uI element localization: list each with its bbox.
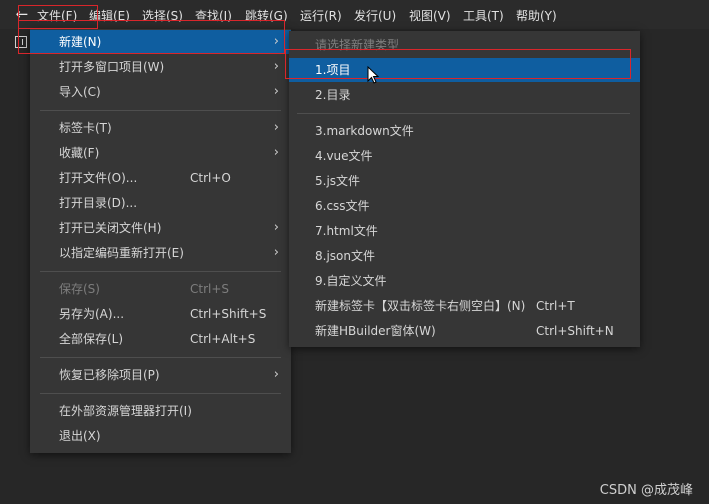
- new-item-css[interactable]: 6.css文件: [289, 194, 640, 218]
- file-menu-item-open-closed-file[interactable]: 打开已关闭文件(H) ›: [30, 216, 291, 240]
- file-menu: 新建(N) › 打开多窗口项目(W) › 导入(C) › 标签卡(T) › 收藏…: [30, 29, 291, 453]
- menu-item-label: 新建HBuilder窗体(W): [315, 324, 436, 338]
- new-item-vue[interactable]: 4.vue文件: [289, 144, 640, 168]
- menu-item-label: 1.项目: [315, 63, 351, 77]
- menu-help[interactable]: 帮助(Y): [516, 7, 557, 24]
- menu-item-label: 打开文件(O)...: [59, 171, 138, 185]
- file-menu-item-save[interactable]: 保存(S) Ctrl+S: [30, 277, 291, 301]
- menu-item-label: 6.css文件: [315, 199, 370, 213]
- menu-item-label: 新建标签卡【双击标签卡右侧空白】(N): [315, 299, 526, 313]
- menu-separator: [297, 113, 630, 114]
- new-item-json[interactable]: 8.json文件: [289, 244, 640, 268]
- watermark: CSDN @成茂峰: [599, 483, 693, 498]
- menu-item-shortcut: Ctrl+O: [190, 171, 231, 185]
- chevron-right-icon: ›: [273, 120, 279, 135]
- menu-item-label: 打开目录(D)...: [59, 196, 138, 210]
- menu-item-shortcut: Ctrl+Shift+S: [190, 307, 267, 321]
- menu-item-label: 7.html文件: [315, 224, 378, 238]
- file-menu-item-exit[interactable]: 退出(X): [30, 424, 291, 448]
- file-menu-item-open-file[interactable]: 打开文件(O)... Ctrl+O: [30, 166, 291, 190]
- submenu-header: 请选择新建类型: [289, 33, 640, 57]
- chevron-right-icon: ›: [273, 34, 279, 49]
- menu-item-label: 在外部资源管理器打开(I): [59, 404, 192, 418]
- file-menu-item-open-multi-window[interactable]: 打开多窗口项目(W) ›: [30, 55, 291, 79]
- menu-item-label: 以指定编码重新打开(E): [59, 246, 184, 260]
- submenu-header-label: 请选择新建类型: [315, 38, 400, 52]
- menu-item-shortcut: Ctrl+S: [190, 282, 230, 296]
- menu-item-label: 导入(C): [59, 85, 101, 99]
- new-item-custom-file[interactable]: 9.自定义文件: [289, 269, 640, 293]
- menu-item-shortcut: Ctrl+Shift+N: [536, 324, 614, 338]
- file-menu-item-reopen-with-encoding[interactable]: 以指定编码重新打开(E) ›: [30, 241, 291, 265]
- menu-separator: [40, 110, 281, 111]
- chevron-right-icon: ›: [273, 59, 279, 74]
- menu-goto[interactable]: 跳转(G): [245, 7, 288, 24]
- menu-item-label: 打开已关闭文件(H): [59, 221, 162, 235]
- back-arrow-icon[interactable]: ←: [10, 6, 34, 22]
- editor-tab-icon[interactable]: [15, 36, 27, 48]
- chevron-right-icon: ›: [273, 145, 279, 160]
- menu-view[interactable]: 视图(V): [409, 7, 451, 24]
- menu-separator: [40, 357, 281, 358]
- menu-item-label: 退出(X): [59, 429, 101, 443]
- menu-item-label: 2.目录: [315, 88, 351, 102]
- menu-item-label: 3.markdown文件: [315, 124, 414, 138]
- file-menu-item-import[interactable]: 导入(C) ›: [30, 80, 291, 104]
- menu-edit[interactable]: 编辑(E): [89, 7, 130, 24]
- menu-bar: ← 文件(F) 编辑(E) 选择(S) 查找(I) 跳转(G) 运行(R) 发行…: [0, 0, 709, 29]
- new-item-new-tab[interactable]: 新建标签卡【双击标签卡右侧空白】(N) Ctrl+T: [289, 294, 640, 318]
- new-item-project[interactable]: 1.项目: [289, 58, 640, 82]
- menu-item-label: 收藏(F): [59, 146, 100, 160]
- chevron-right-icon: ›: [273, 84, 279, 99]
- menu-item-label: 新建(N): [59, 35, 102, 49]
- file-menu-item-new[interactable]: 新建(N) ›: [30, 30, 291, 54]
- new-item-markdown[interactable]: 3.markdown文件: [289, 119, 640, 143]
- menu-item-label: 9.自定义文件: [315, 274, 387, 288]
- file-menu-item-favorites[interactable]: 收藏(F) ›: [30, 141, 291, 165]
- menu-select[interactable]: 选择(S): [142, 7, 183, 24]
- menu-separator: [40, 271, 281, 272]
- menu-file[interactable]: 文件(F): [37, 7, 77, 24]
- new-item-js[interactable]: 5.js文件: [289, 169, 640, 193]
- new-item-html[interactable]: 7.html文件: [289, 219, 640, 243]
- file-menu-item-tabs[interactable]: 标签卡(T) ›: [30, 116, 291, 140]
- menu-separator: [40, 393, 281, 394]
- new-item-new-window[interactable]: 新建HBuilder窗体(W) Ctrl+Shift+N: [289, 319, 640, 343]
- menu-find[interactable]: 查找(I): [195, 7, 232, 24]
- menu-item-label: 另存为(A)...: [59, 307, 125, 321]
- chevron-right-icon: ›: [273, 245, 279, 260]
- mouse-cursor-icon: [367, 66, 379, 84]
- menu-item-shortcut: Ctrl+T: [536, 299, 575, 313]
- file-menu-item-open-directory[interactable]: 打开目录(D)...: [30, 191, 291, 215]
- menu-item-label: 8.json文件: [315, 249, 375, 263]
- new-item-directory[interactable]: 2.目录: [289, 83, 640, 107]
- menu-item-label: 恢复已移除项目(P): [59, 368, 160, 382]
- chevron-right-icon: ›: [273, 220, 279, 235]
- menu-item-label: 全部保存(L): [59, 332, 124, 346]
- menu-item-label: 标签卡(T): [59, 121, 112, 135]
- file-menu-item-restore-removed[interactable]: 恢复已移除项目(P) ›: [30, 363, 291, 387]
- menu-item-label: 保存(S): [59, 282, 100, 296]
- file-menu-item-save-as[interactable]: 另存为(A)... Ctrl+Shift+S: [30, 302, 291, 326]
- chevron-right-icon: ›: [273, 367, 279, 382]
- menu-item-label: 打开多窗口项目(W): [59, 60, 165, 74]
- menu-publish[interactable]: 发行(U): [354, 7, 396, 24]
- file-menu-item-save-all[interactable]: 全部保存(L) Ctrl+Alt+S: [30, 327, 291, 351]
- menu-run[interactable]: 运行(R): [300, 7, 342, 24]
- new-submenu: 请选择新建类型 1.项目 2.目录 3.markdown文件 4.vue文件 5…: [289, 31, 640, 347]
- menu-item-shortcut: Ctrl+Alt+S: [190, 332, 256, 346]
- menu-item-label: 5.js文件: [315, 174, 361, 188]
- menu-item-label: 4.vue文件: [315, 149, 373, 163]
- menu-tools[interactable]: 工具(T): [463, 7, 504, 24]
- file-menu-item-open-in-explorer[interactable]: 在外部资源管理器打开(I): [30, 399, 291, 423]
